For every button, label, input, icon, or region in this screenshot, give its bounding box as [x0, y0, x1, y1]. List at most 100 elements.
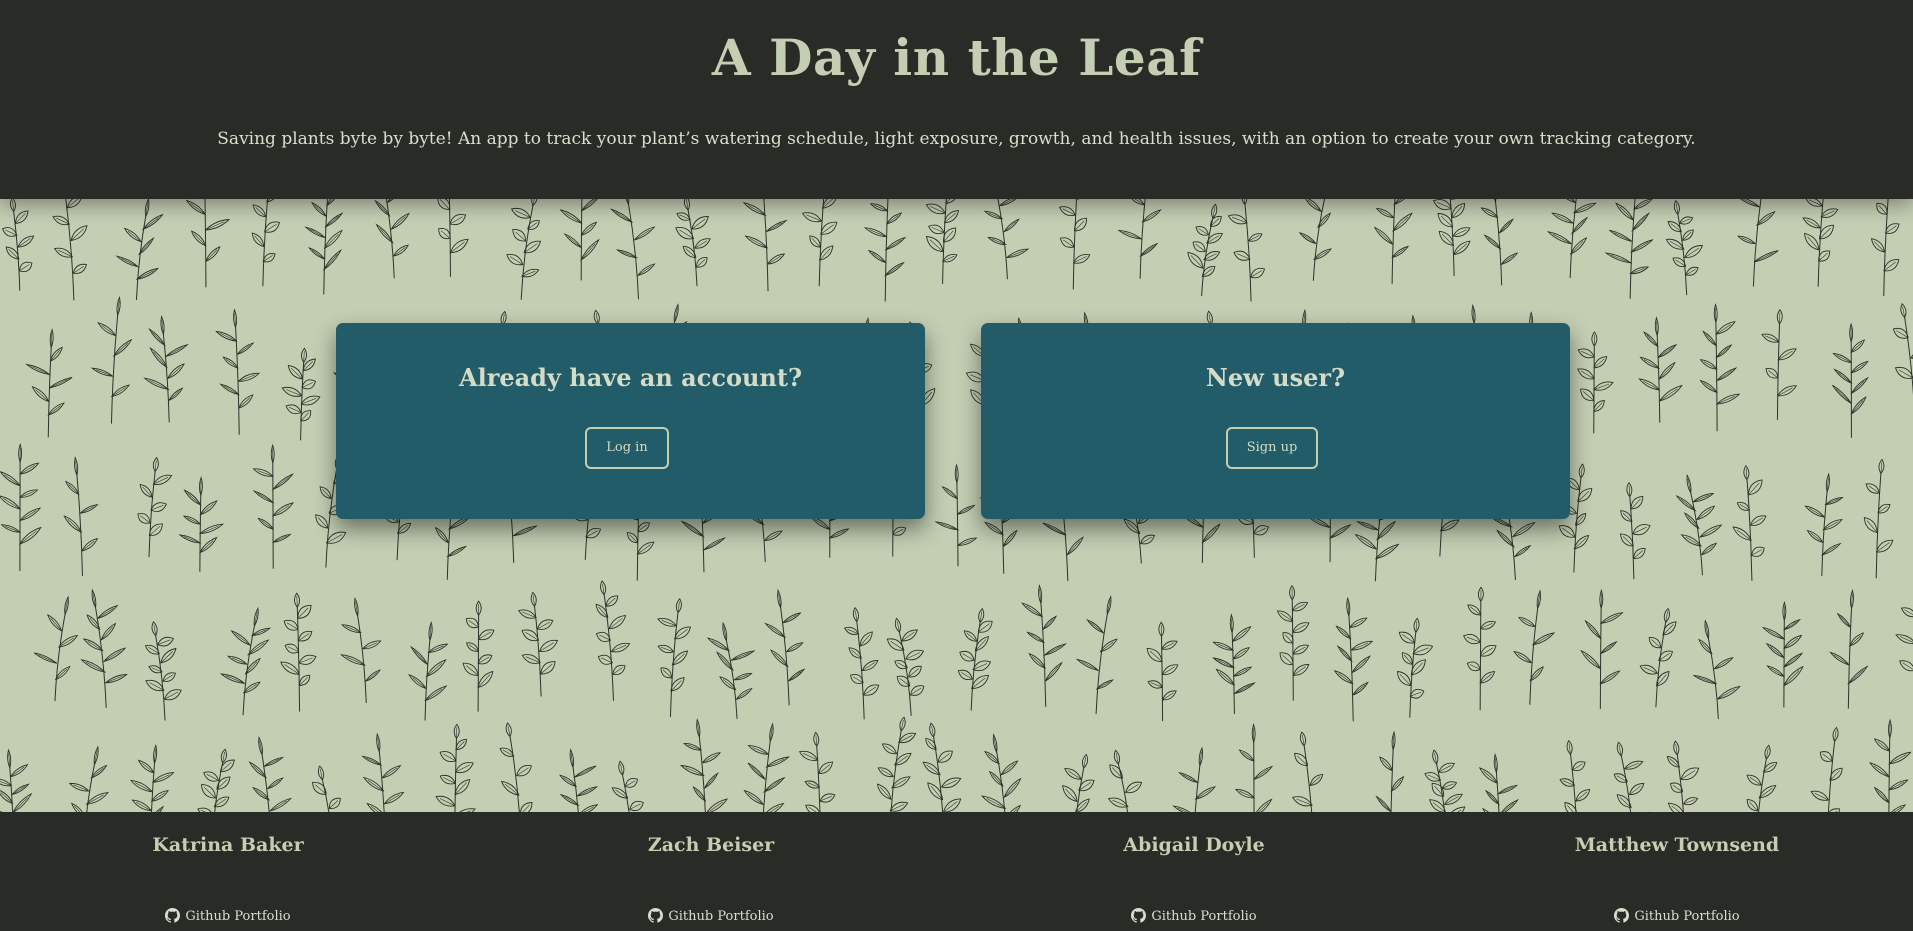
login-button[interactable]: Log in — [585, 427, 669, 469]
sprig-illustration — [506, 199, 542, 300]
sprig-illustration — [1058, 199, 1091, 290]
sprig-illustration — [1373, 199, 1413, 284]
team-member: Matthew Townsend Github Portfolio — [1527, 834, 1827, 924]
sprig-illustration — [1802, 199, 1839, 287]
sprig-illustration — [610, 199, 656, 300]
app-tagline: Saving plants byte by byte! An app to tr… — [217, 129, 1696, 149]
sprig-illustration — [215, 308, 261, 435]
sprig-illustration — [143, 315, 189, 423]
team-member: Katrina Baker Github Portfolio — [78, 834, 378, 924]
sprig-illustration — [25, 328, 73, 438]
github-portfolio-link[interactable]: Github Portfolio — [78, 908, 378, 924]
sprig-illustration — [863, 199, 907, 302]
sprig-illustration — [1117, 199, 1162, 279]
sprig-illustration — [52, 199, 88, 301]
sprig-illustration — [1187, 203, 1224, 296]
sprig-illustration — [115, 199, 164, 301]
sprig-illustration — [934, 463, 978, 567]
team-member: Abigail Doyle Github Portfolio — [1044, 834, 1344, 924]
sprig-illustration — [1559, 739, 1591, 812]
sprig-illustration — [680, 718, 729, 812]
github-icon — [1131, 908, 1147, 923]
sprig-illustration — [185, 199, 231, 288]
sprig-illustration — [251, 199, 280, 287]
sprig-illustration — [925, 199, 960, 284]
sprig-illustration — [1513, 589, 1556, 705]
sprig-illustration — [1276, 585, 1310, 701]
member-name: Zach Beiser — [647, 834, 775, 856]
login-card: Already have an account? Log in — [336, 323, 925, 519]
sprig-illustration — [559, 748, 599, 812]
sprig-illustration — [675, 199, 711, 287]
github-link-label: Github Portfolio — [185, 909, 291, 924]
github-icon — [1614, 908, 1630, 923]
sprig-illustration — [1613, 741, 1651, 812]
sprig-illustration — [886, 617, 925, 716]
sprig-illustration — [248, 735, 293, 812]
sprig-illustration — [1732, 465, 1767, 581]
sprig-illustration — [1666, 740, 1700, 812]
sprig-illustration — [1693, 619, 1741, 720]
sprig-illustration — [983, 199, 1030, 280]
github-portfolio-link[interactable]: Github Portfolio — [1527, 908, 1827, 924]
sprig-illustration — [844, 606, 880, 720]
sprig-illustration — [1810, 726, 1843, 812]
sprig-illustration — [876, 716, 917, 812]
sprig-illustration — [657, 598, 692, 718]
sprig-illustration — [1895, 607, 1913, 672]
login-heading: Already have an account? — [458, 363, 803, 392]
sprig-illustration — [0, 748, 33, 812]
sprig-illustration — [80, 588, 128, 708]
sprig-illustration — [1480, 199, 1519, 286]
sprig-illustration — [1863, 458, 1894, 579]
sprig-illustration — [764, 588, 806, 706]
sprig-illustration — [1761, 600, 1804, 708]
sprig-illustration — [374, 199, 410, 279]
sprig-illustration — [1062, 753, 1095, 812]
sprig-illustration — [0, 442, 42, 572]
site-footer: Katrina Baker Github Portfolio Zach Beis… — [0, 812, 1913, 931]
sprig-illustration — [197, 748, 235, 812]
sprig-illustration — [1375, 730, 1405, 812]
sprig-illustration — [219, 606, 271, 716]
sprig-illustration — [408, 621, 449, 721]
sprig-illustration — [1021, 584, 1068, 707]
sprig-illustration — [129, 743, 175, 812]
sprig-illustration — [1462, 586, 1497, 711]
sprig-illustration — [595, 580, 631, 701]
sprig-illustration — [33, 595, 79, 702]
sprig-illustration — [144, 621, 182, 721]
sprig-illustration — [980, 733, 1022, 812]
sprig-illustration — [1212, 613, 1256, 715]
sprig-illustration — [1869, 718, 1912, 812]
sprig-illustration — [68, 745, 109, 812]
member-name: Katrina Baker — [152, 834, 304, 856]
github-portfolio-link[interactable]: Github Portfolio — [1044, 908, 1344, 924]
sprig-illustration — [1397, 617, 1434, 718]
sprig-illustration — [1227, 199, 1266, 302]
signup-button[interactable]: Sign up — [1226, 427, 1318, 469]
sprig-illustration — [462, 600, 495, 712]
app-title: A Day in the Leaf — [711, 28, 1202, 87]
sprig-illustration — [2, 199, 35, 291]
member-name: Matthew Townsend — [1574, 834, 1780, 856]
sprig-illustration — [742, 199, 788, 292]
sprig-illustration — [1291, 731, 1324, 812]
sprig-illustration — [1675, 474, 1723, 576]
sprig-illustration — [1298, 199, 1333, 281]
team-member: Zach Beiser Github Portfolio — [561, 834, 861, 924]
signup-card: New user? Sign up — [981, 323, 1570, 519]
sprig-illustration — [559, 199, 600, 281]
sprig-illustration — [1580, 588, 1624, 710]
sprig-illustration — [304, 199, 344, 295]
sprig-illustration — [1737, 199, 1779, 287]
sprig-illustration — [1761, 309, 1798, 420]
sprig-illustration — [1638, 316, 1683, 423]
github-link-label: Github Portfolio — [668, 909, 774, 924]
github-portfolio-link[interactable]: Github Portfolio — [561, 908, 861, 924]
sprig-illustration — [1333, 596, 1374, 722]
sprig-illustration — [1892, 303, 1913, 396]
botanical-pattern-background — [0, 199, 1913, 812]
sprig-illustration — [252, 443, 295, 569]
sprig-illustration — [499, 722, 533, 812]
